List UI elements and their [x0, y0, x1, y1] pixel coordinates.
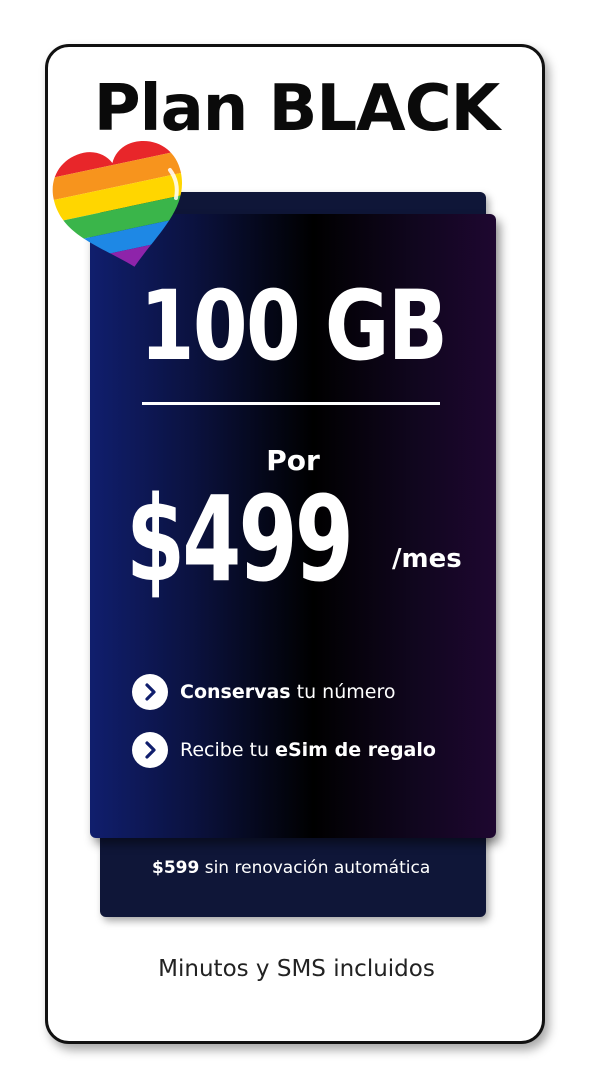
chevron-right-icon [132, 732, 168, 768]
feature-label: Recibe tu eSim de regalo [180, 739, 436, 761]
footer-note: Minutos y SMS incluidos [158, 956, 435, 982]
rainbow-heart-icon [52, 140, 192, 275]
divider [142, 402, 440, 405]
renewal-note: $599 sin renovación automática [152, 858, 431, 878]
feature-label: Conservas tu número [180, 681, 396, 703]
chevron-right-icon [132, 674, 168, 710]
price-period: /mes [392, 544, 462, 574]
plan-title: Plan BLACK [93, 72, 501, 146]
price: $499 [126, 470, 354, 608]
data-amount: 100 GB [139, 270, 448, 382]
feature-keep-number: Conservas tu número [132, 674, 395, 710]
feature-esim-gift: Recibe tu eSim de regalo [132, 732, 436, 768]
